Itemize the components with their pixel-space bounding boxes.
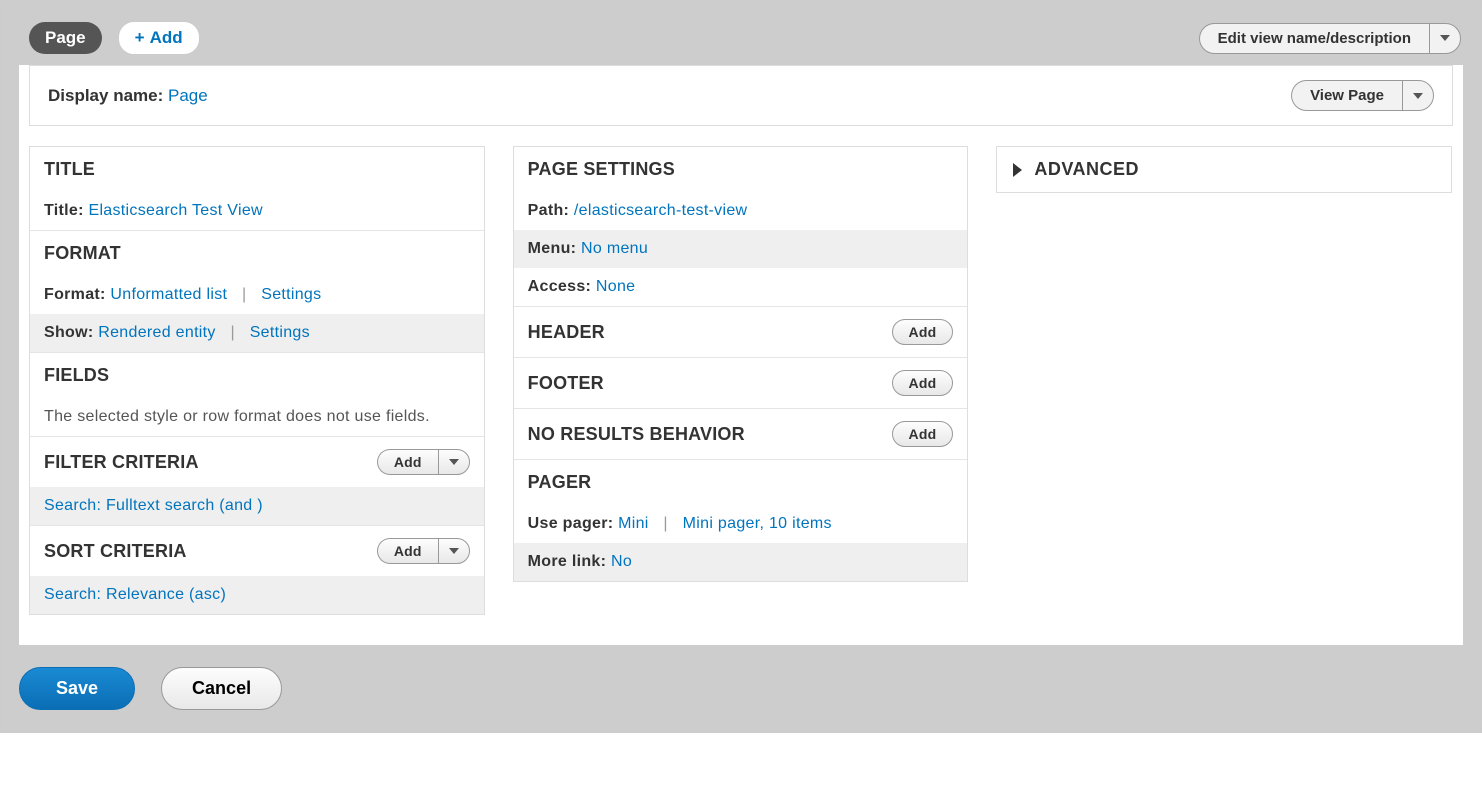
header-section-head: HEADER	[528, 322, 605, 343]
format-settings-link[interactable]: Settings	[261, 286, 321, 303]
add-display-button[interactable]: + Add	[118, 21, 200, 55]
edit-view-name-dropdown[interactable]	[1429, 23, 1461, 54]
advanced-label: ADVANCED	[1034, 159, 1139, 180]
access-value[interactable]: None	[596, 278, 635, 295]
separator: |	[663, 515, 667, 532]
use-pager-label: Use pager:	[528, 515, 614, 532]
filter-add-dropdown[interactable]	[438, 449, 470, 475]
show-settings-link[interactable]: Settings	[250, 324, 310, 341]
no-results-head: NO RESULTS BEHAVIOR	[528, 424, 745, 445]
sort-criteria-head: SORT CRITERIA	[44, 541, 187, 562]
display-name-label: Display name:	[48, 86, 163, 105]
sort-add-dropdown[interactable]	[438, 538, 470, 564]
view-page-dropdown[interactable]	[1402, 80, 1434, 111]
edit-view-name-button[interactable]: Edit view name/description	[1199, 23, 1429, 54]
no-results-add-button[interactable]: Add	[892, 421, 954, 447]
page-settings-head: PAGE SETTINGS	[514, 147, 968, 192]
plus-icon: +	[135, 28, 145, 48]
cancel-button[interactable]: Cancel	[161, 667, 282, 710]
format-value[interactable]: Unformatted list	[110, 286, 227, 303]
fields-section-head: FIELDS	[30, 352, 484, 398]
more-link-label: More link:	[528, 553, 607, 570]
title-label: Title:	[44, 202, 84, 219]
path-label: Path:	[528, 202, 570, 219]
chevron-down-icon	[1413, 93, 1423, 99]
footer-section-head: FOOTER	[528, 373, 604, 394]
footer-add-button[interactable]: Add	[892, 370, 954, 396]
header-add-button[interactable]: Add	[892, 319, 954, 345]
pager-section-head: PAGER	[514, 459, 968, 505]
chevron-down-icon	[449, 548, 459, 554]
display-name-value[interactable]: Page	[168, 86, 208, 105]
advanced-toggle[interactable]: ADVANCED	[996, 146, 1452, 193]
show-label: Show:	[44, 324, 94, 341]
title-value[interactable]: Elasticsearch Test View	[88, 202, 262, 219]
tab-page[interactable]: Page	[29, 22, 102, 54]
chevron-down-icon	[449, 459, 459, 465]
filter-criteria-head: FILTER CRITERIA	[44, 452, 199, 473]
sort-add-button[interactable]: Add	[377, 538, 438, 564]
triangle-right-icon	[1013, 163, 1022, 177]
fields-note: The selected style or row format does no…	[30, 398, 484, 436]
separator: |	[230, 324, 234, 341]
format-section-head: FORMAT	[30, 230, 484, 276]
show-value[interactable]: Rendered entity	[98, 324, 215, 341]
save-button[interactable]: Save	[19, 667, 135, 710]
pager-detail[interactable]: Mini pager, 10 items	[683, 515, 832, 532]
menu-value[interactable]: No menu	[581, 240, 648, 257]
sort-item[interactable]: Search: Relevance (asc)	[44, 586, 226, 603]
filter-item[interactable]: Search: Fulltext search (and )	[44, 497, 263, 514]
separator: |	[242, 286, 246, 303]
more-link-value[interactable]: No	[611, 553, 632, 570]
view-page-button[interactable]: View Page	[1291, 80, 1402, 111]
format-label: Format:	[44, 286, 106, 303]
access-label: Access:	[528, 278, 591, 295]
menu-label: Menu:	[528, 240, 577, 257]
filter-add-button[interactable]: Add	[377, 449, 438, 475]
title-section-head: TITLE	[30, 147, 484, 192]
use-pager-value[interactable]: Mini	[618, 515, 649, 532]
path-value[interactable]: /elasticsearch-test-view	[574, 202, 747, 219]
add-display-label: Add	[150, 28, 183, 48]
chevron-down-icon	[1440, 35, 1450, 41]
